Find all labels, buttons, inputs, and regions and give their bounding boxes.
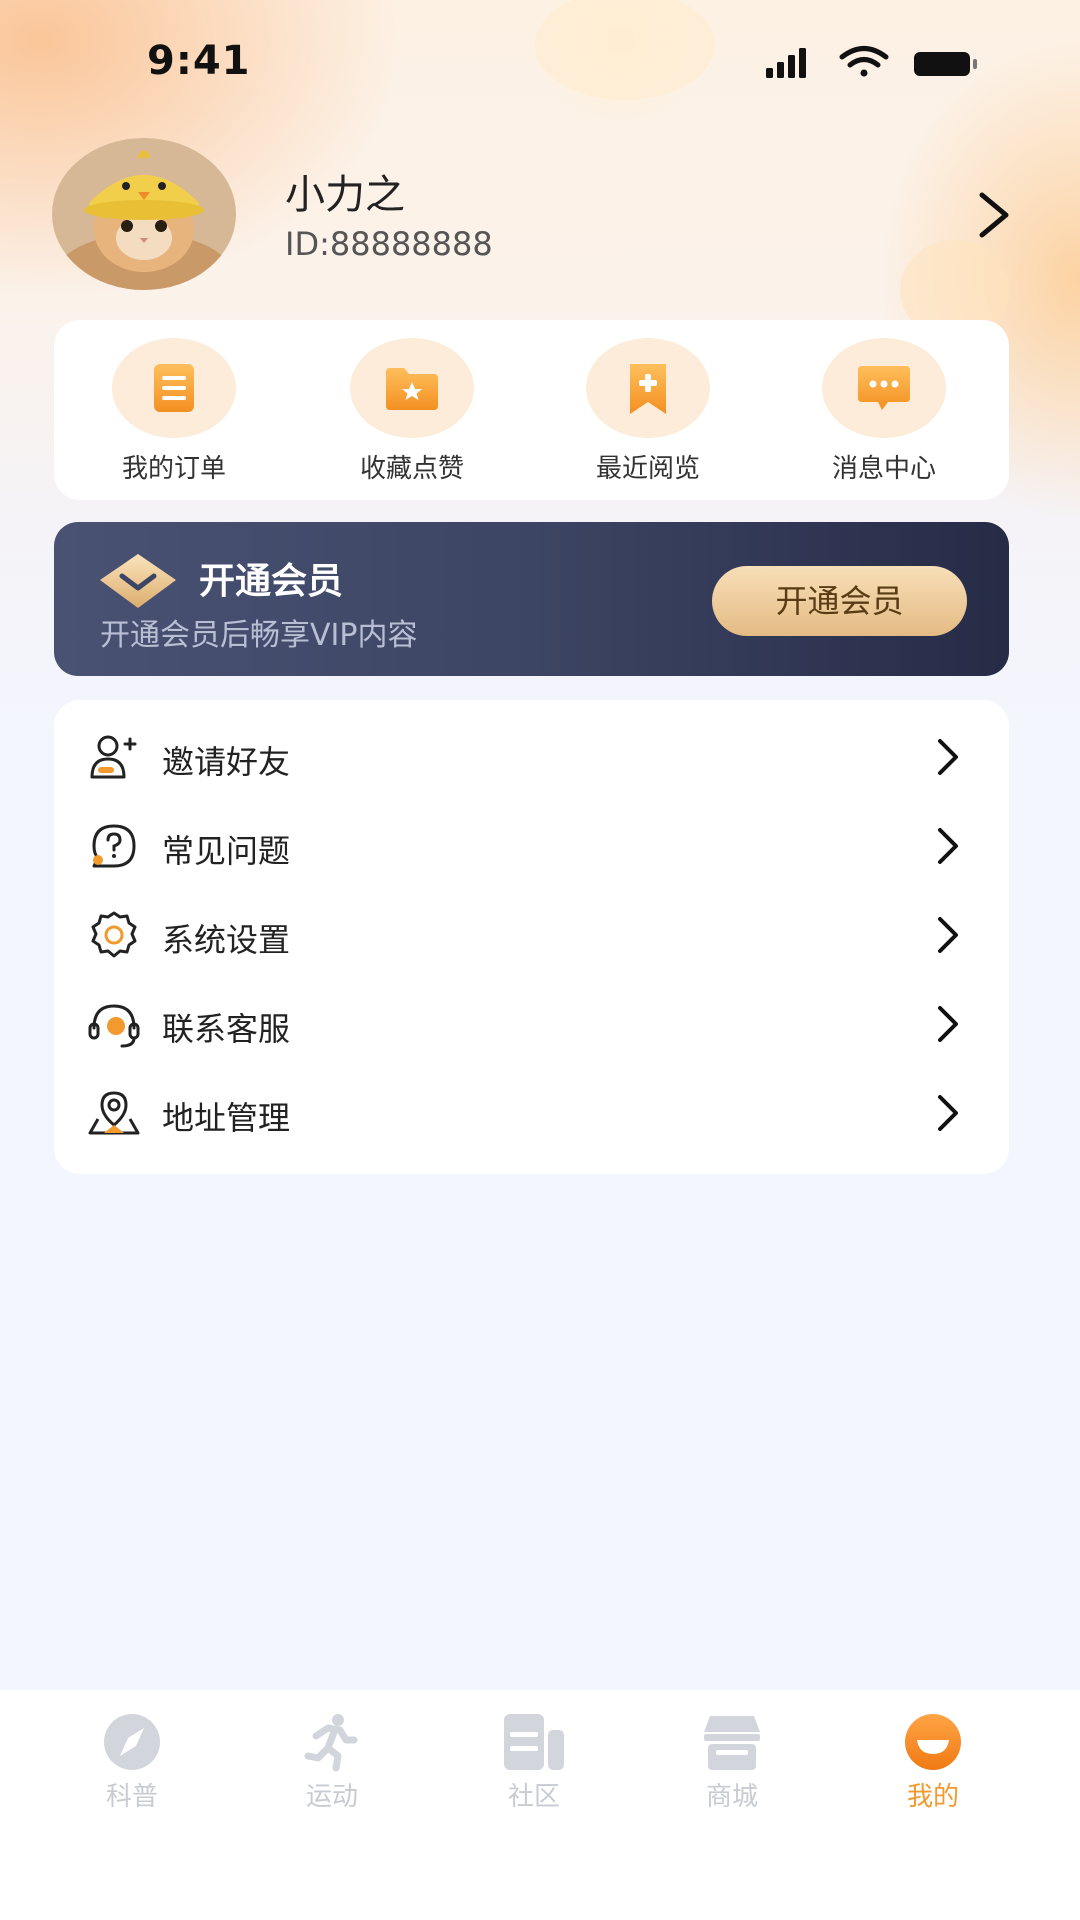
tab-label: 我的 bbox=[906, 1782, 959, 1812]
diamond-icon bbox=[100, 554, 176, 608]
tab-sports[interactable]: 运动 bbox=[272, 1712, 392, 1822]
quick-action-favorites[interactable]: 收藏点赞 bbox=[312, 320, 512, 500]
quick-icon-bg bbox=[822, 338, 946, 438]
tab-profile[interactable]: 我的 bbox=[873, 1712, 993, 1822]
chevron-right-icon bbox=[938, 917, 958, 953]
menu-item-address-management[interactable]: 地址管理 bbox=[54, 1073, 1009, 1153]
avatar[interactable] bbox=[52, 138, 236, 290]
profile-icon bbox=[905, 1714, 961, 1770]
menu-item-system-settings[interactable]: 系统设置 bbox=[54, 895, 1009, 975]
order-list-icon bbox=[154, 364, 194, 412]
bookmark-plus-icon bbox=[630, 364, 666, 414]
chevron-right-icon bbox=[938, 828, 958, 864]
wifi-icon bbox=[839, 46, 889, 77]
status-time: 9:41 bbox=[147, 38, 251, 84]
cat-avatar-image bbox=[52, 138, 236, 290]
quick-action-messages[interactable]: 消息中心 bbox=[784, 320, 984, 500]
settings-gear-icon bbox=[91, 911, 137, 958]
quick-action-label: 我的订单 bbox=[121, 454, 226, 484]
chevron-right-icon bbox=[938, 1095, 958, 1131]
chevron-right-icon bbox=[938, 1006, 958, 1042]
store-icon bbox=[704, 1716, 760, 1770]
chevron-right-icon[interactable] bbox=[970, 185, 1020, 245]
open-vip-button[interactable]: 开通会员 bbox=[712, 566, 967, 636]
tab-label: 运动 bbox=[305, 1782, 358, 1812]
status-icons bbox=[766, 46, 977, 78]
running-person-icon bbox=[304, 1714, 358, 1772]
quick-action-label: 消息中心 bbox=[831, 454, 936, 484]
tab-community[interactable]: 社区 bbox=[474, 1712, 594, 1822]
cellular-signal-icon bbox=[766, 48, 806, 78]
quick-action-my-orders[interactable]: 我的订单 bbox=[74, 320, 274, 500]
menu-item-customer-service[interactable]: 联系客服 bbox=[54, 984, 1009, 1064]
compass-icon bbox=[104, 1714, 160, 1770]
faq-question-icon bbox=[92, 824, 136, 868]
tab-label: 科普 bbox=[105, 1782, 158, 1812]
bottom-tab-bar: 科普 运动 社区 商城 我的 bbox=[0, 1690, 1080, 1920]
status-bar: 9:41 bbox=[0, 0, 1080, 130]
vip-title: 开通会员 bbox=[199, 561, 344, 602]
menu-item-faq[interactable]: 常见问题 bbox=[54, 806, 1009, 886]
quick-action-recent[interactable]: 最近阅览 bbox=[548, 320, 748, 500]
menu-item-label: 常见问题 bbox=[162, 832, 291, 870]
vip-banner[interactable]: 开通会员 开通会员后畅享VIP内容 开通会员 bbox=[54, 522, 1009, 676]
battery-icon bbox=[914, 52, 977, 76]
menu-item-label: 地址管理 bbox=[162, 1099, 291, 1137]
quick-icon-bg bbox=[350, 338, 474, 438]
quick-actions-card: 我的订单 收藏点赞 最近阅览 消息中心 bbox=[54, 320, 1009, 500]
quick-icon-bg bbox=[112, 338, 236, 438]
menu-item-invite-friends[interactable]: 邀请好友 bbox=[54, 717, 1009, 797]
address-location-icon bbox=[88, 1091, 140, 1135]
user-id: ID:88888888 bbox=[285, 225, 493, 263]
user-name: 小力之 bbox=[285, 172, 405, 218]
chevron-right-icon bbox=[938, 739, 958, 775]
invite-friend-icon bbox=[90, 735, 137, 779]
vip-subtitle: 开通会员后畅享VIP内容 bbox=[100, 618, 418, 653]
tab-science[interactable]: 科普 bbox=[72, 1712, 192, 1822]
community-icon bbox=[504, 1714, 564, 1770]
favorite-folder-icon bbox=[386, 368, 438, 410]
profile-header[interactable]: 小力之 ID:88888888 bbox=[0, 130, 1080, 300]
quick-icon-bg bbox=[586, 338, 710, 438]
menu-item-label: 系统设置 bbox=[162, 921, 291, 959]
tab-label: 商城 bbox=[705, 1782, 758, 1812]
tab-store[interactable]: 商城 bbox=[672, 1712, 792, 1822]
customer-service-headset-icon bbox=[88, 1004, 140, 1048]
tab-label: 社区 bbox=[507, 1782, 560, 1812]
menu-list-card: 邀请好友 常见问题 系统设置 联系客服 地址管理 bbox=[54, 700, 1009, 1174]
quick-action-label: 最近阅览 bbox=[595, 454, 700, 484]
menu-item-label: 邀请好友 bbox=[162, 743, 291, 781]
message-bubble-icon bbox=[858, 366, 910, 410]
menu-item-label: 联系客服 bbox=[162, 1010, 291, 1048]
quick-action-label: 收藏点赞 bbox=[359, 454, 464, 484]
